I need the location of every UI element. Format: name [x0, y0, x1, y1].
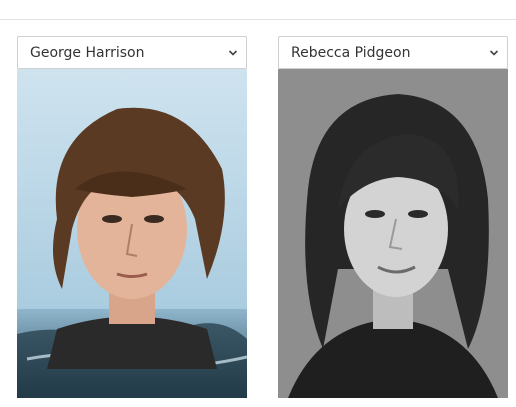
- top-divider: [0, 19, 516, 20]
- person-select-right[interactable]: Rebecca Pidgeon: [278, 36, 508, 69]
- chevron-down-icon: [228, 49, 238, 56]
- person-select-left-value: George Harrison: [30, 44, 145, 61]
- left-person-panel: George Harrison: [17, 36, 247, 398]
- portrait-photo-left: [17, 69, 247, 398]
- chevron-down-icon: [489, 49, 499, 56]
- portrait-photo-right: [278, 69, 508, 398]
- person-select-left[interactable]: George Harrison: [17, 36, 247, 69]
- right-person-panel: Rebecca Pidgeon: [278, 36, 508, 398]
- person-select-right-value: Rebecca Pidgeon: [291, 44, 411, 61]
